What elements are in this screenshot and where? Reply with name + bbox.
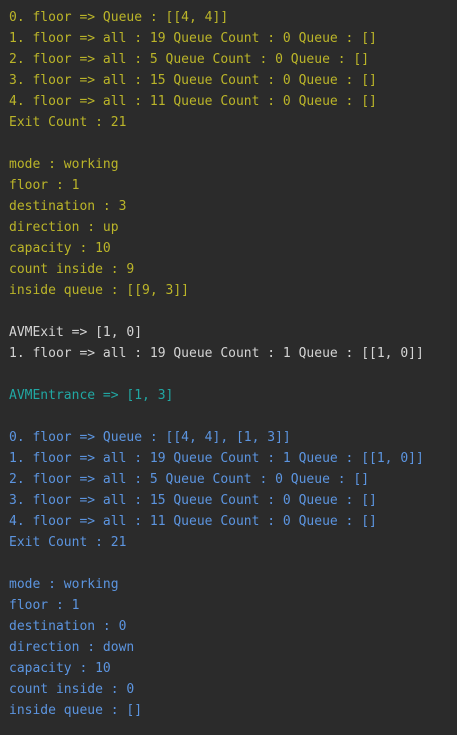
console-line: 4. floor => all : 11 Queue Count : 0 Que… — [9, 514, 377, 529]
console-line: 2. floor => all : 5 Queue Count : 0 Queu… — [9, 52, 370, 67]
console-line: mode : working — [9, 577, 119, 592]
console-line: 3. floor => all : 15 Queue Count : 0 Que… — [9, 493, 377, 508]
console-output: 0. floor => Queue : [[4, 4]] 1. floor =>… — [0, 0, 457, 735]
console-line: Exit Count : 21 — [9, 535, 127, 550]
console-line: capacity : 10 — [9, 661, 111, 676]
console-line: destination : 3 — [9, 199, 127, 214]
console-line: Exit Count : 21 — [9, 115, 127, 130]
console-line: 3. floor => all : 15 Queue Count : 0 Que… — [9, 73, 377, 88]
console-line: 1. floor => all : 19 Queue Count : 1 Que… — [9, 346, 424, 361]
console-line: 2. floor => all : 5 Queue Count : 0 Queu… — [9, 472, 370, 487]
console-line: 0. floor => Queue : [[4, 4]] — [9, 10, 229, 25]
console-line: floor : 1 — [9, 598, 80, 613]
console-line: capacity : 10 — [9, 241, 111, 256]
console-line: inside queue : [] — [9, 703, 143, 718]
console-line: count inside : 9 — [9, 262, 135, 277]
console-line: 4. floor => all : 11 Queue Count : 0 Que… — [9, 94, 377, 109]
console-line: AVMExit => [1, 0] — [9, 325, 143, 340]
console-line: count inside : 0 — [9, 682, 135, 697]
console-line: 1. floor => all : 19 Queue Count : 0 Que… — [9, 31, 377, 46]
console-line: 0. floor => Queue : [[4, 4], [1, 3]] — [9, 430, 291, 445]
console-line: AVMEntrance => [1, 3] — [9, 388, 174, 403]
console-line: 1. floor => all : 19 Queue Count : 1 Que… — [9, 451, 424, 466]
console-line: floor : 1 — [9, 178, 80, 193]
console-line: direction : down — [9, 640, 135, 655]
console-line: mode : working — [9, 157, 119, 172]
console-line: direction : up — [9, 220, 119, 235]
console-line: destination : 0 — [9, 619, 127, 634]
console-line: inside queue : [[9, 3]] — [9, 283, 190, 298]
